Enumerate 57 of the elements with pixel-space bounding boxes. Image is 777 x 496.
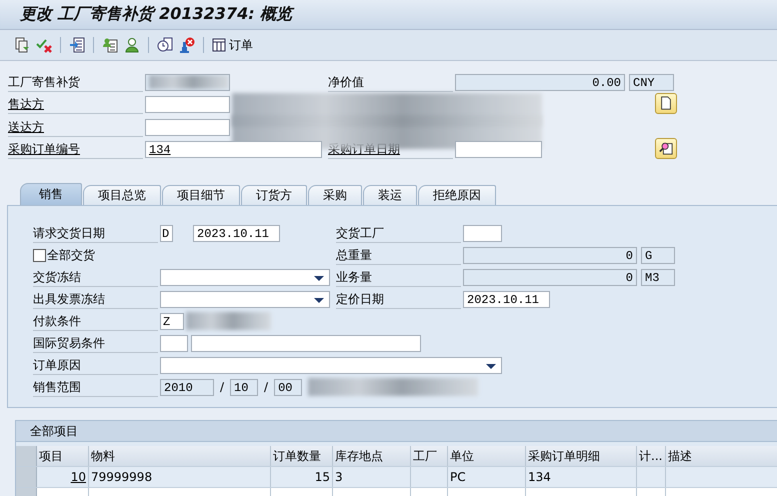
pricing-date-field[interactable]: 2023.10.11 bbox=[463, 290, 550, 308]
column-header[interactable]: 描述 bbox=[666, 446, 777, 466]
column-header[interactable]: 单位 bbox=[448, 446, 526, 466]
date-format-field[interactable]: D bbox=[160, 224, 173, 242]
column-header[interactable]: 工厂 bbox=[411, 446, 448, 466]
field-label: 请求交货日期 bbox=[33, 224, 158, 242]
field-label: 业务量 bbox=[336, 268, 461, 286]
field-label: 定价日期 bbox=[336, 290, 461, 308]
column-header[interactable]: 计... bbox=[637, 446, 666, 466]
po-date-link[interactable]: 采购订单日期 bbox=[328, 140, 453, 160]
tab[interactable]: 订货方 bbox=[241, 185, 307, 205]
field-label: 订单原因 bbox=[33, 356, 158, 374]
tab[interactable]: 拒绝原因 bbox=[418, 185, 496, 205]
sales-area-field: 2010 bbox=[160, 378, 214, 396]
separator-text: / bbox=[220, 380, 224, 394]
field-label: 国际贸易条件 bbox=[33, 334, 158, 352]
field-label: 交货冻结 bbox=[33, 268, 158, 286]
volume-unit-field: M3 bbox=[641, 268, 675, 286]
column-header[interactable]: 订单数量 bbox=[271, 446, 333, 466]
tab[interactable]: 采购 bbox=[308, 185, 362, 205]
volume-field: 0 bbox=[463, 268, 637, 286]
weight-unit-field: G bbox=[641, 246, 675, 264]
field-label: 交货工厂 bbox=[336, 224, 461, 242]
order-button[interactable]: 订单 bbox=[212, 36, 253, 54]
tab[interactable]: 装运 bbox=[363, 185, 417, 205]
table-cell: 3 bbox=[333, 467, 411, 487]
sold-to-link[interactable]: 售达方 bbox=[8, 95, 143, 114]
net-value-field: 0.00 bbox=[455, 74, 625, 91]
delivery-date-field[interactable]: 2023.10.11 bbox=[193, 224, 280, 242]
po-number-link[interactable]: 采购订单编号 bbox=[8, 140, 143, 160]
table-cell: PC bbox=[448, 467, 526, 487]
field-label: 总重量 bbox=[336, 246, 461, 264]
po-number-field[interactable]: 134 bbox=[145, 141, 322, 158]
field-label: 净价值 bbox=[328, 72, 453, 92]
field-label: 付款条件 bbox=[33, 312, 158, 330]
column-header[interactable]: 采购订单明细 bbox=[526, 446, 637, 466]
payment-terms-field[interactable]: Z bbox=[160, 312, 184, 330]
column-header[interactable]: 项目 bbox=[37, 446, 89, 466]
column-header[interactable]: 物料 bbox=[89, 446, 271, 466]
tab[interactable]: 项目总览 bbox=[83, 185, 161, 205]
field-label: 工厂寄售补货 bbox=[8, 72, 143, 92]
weight-field: 0 bbox=[463, 246, 637, 264]
table-cell: 79999998 bbox=[89, 467, 271, 487]
tab[interactable]: 销售 bbox=[20, 183, 82, 205]
ship-to-link[interactable]: 送达方 bbox=[8, 118, 143, 137]
currency-field: CNY bbox=[629, 74, 674, 91]
sales-area-field: 00 bbox=[274, 378, 302, 396]
column-header[interactable]: 库存地点 bbox=[333, 446, 411, 466]
field-label: 出具发票冻结 bbox=[33, 290, 158, 308]
separator-text: / bbox=[264, 380, 268, 394]
field-label: 销售范围 bbox=[33, 378, 158, 396]
table-cell: 134 bbox=[526, 467, 637, 487]
tab[interactable]: 项目细节 bbox=[162, 185, 240, 205]
complete-delivery-checkbox[interactable]: 全部交货 bbox=[33, 246, 160, 264]
sales-area-field: 10 bbox=[230, 378, 258, 396]
window-title: 更改 工厂寄售补货 20132374: 概览 bbox=[20, 4, 292, 25]
table-title: 全部项目 bbox=[16, 421, 777, 442]
